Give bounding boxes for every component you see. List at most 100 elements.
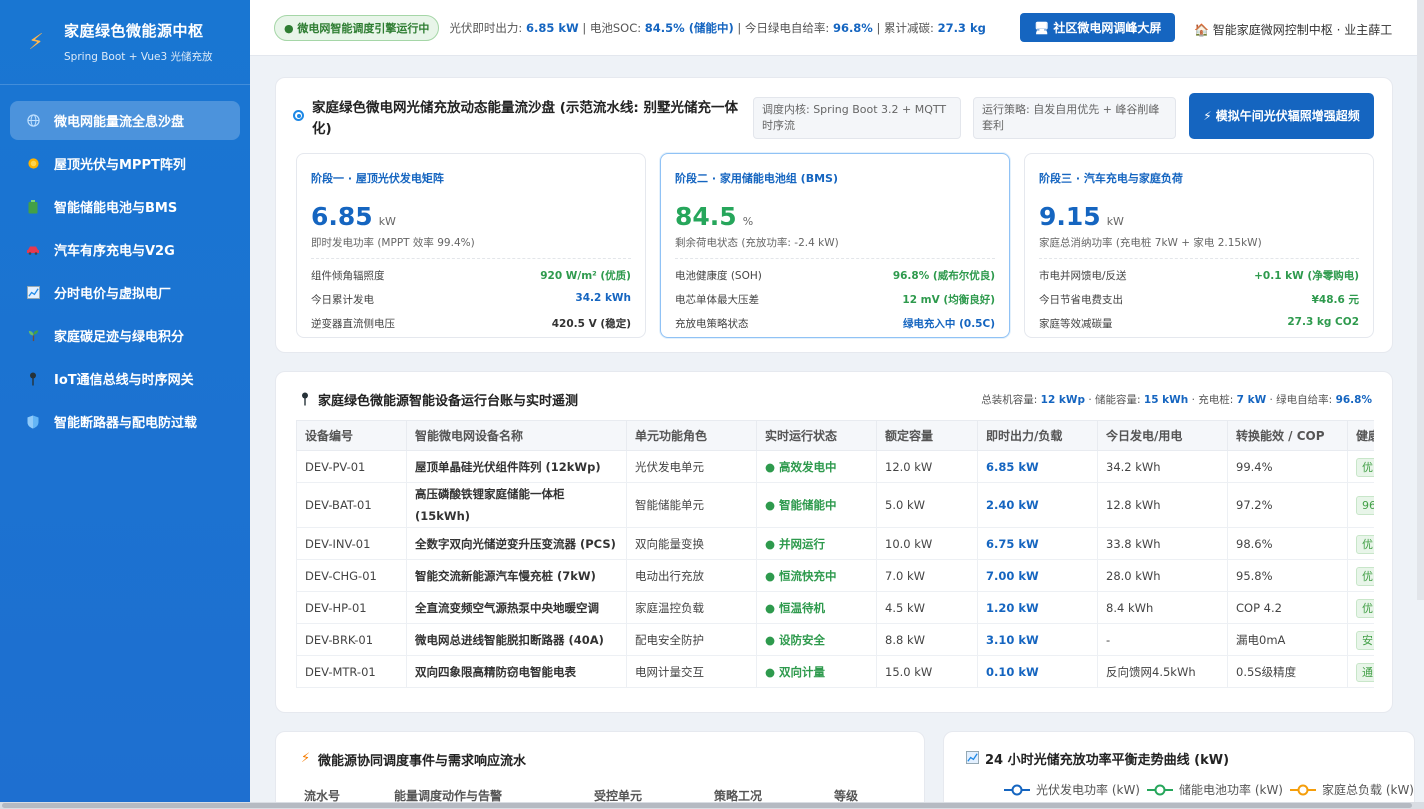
row-value: 绿电充入中 (0.5C) xyxy=(902,318,995,330)
health-badge: 优 xyxy=(1347,527,1374,560)
table-row[interactable]: DEV-MTR-01 双向四象限高精防窃电智能电表 电网计量交互 ● 双向计量 15.0… xyxy=(296,655,1374,688)
legend-item-pv[interactable]: 光伏发电功率 (kW) xyxy=(1004,781,1140,798)
legend-label: 家庭总负载 (kW) xyxy=(1322,783,1414,797)
device-role: 电动出行充放 xyxy=(626,559,757,592)
table-row[interactable]: DEV-CHG-01 智能交流新能源汽车慢充桩 (7kW) 电动出行充放 ● 恒流快充… xyxy=(296,559,1374,592)
table-row[interactable]: DEV-HP-01 全直流变频空气源热泵中央地暖空调 家庭温控负载 ● 恒温待机 4.5… xyxy=(296,591,1374,624)
chart-icon xyxy=(26,286,40,300)
sidebar-item-pv-mppt[interactable]: 屋顶光伏与MPPT阵列 xyxy=(10,144,240,183)
sidebar-item-ev-v2g[interactable]: 汽车有序充电与V2G xyxy=(10,230,240,269)
column-header: 智能微电网设备名称 xyxy=(406,420,627,451)
sidebar-item-carbon[interactable]: 家庭碳足迹与绿电积分 xyxy=(10,316,240,355)
sidebar-item-label: 分时电价与虚拟电厂 xyxy=(54,287,172,302)
legend-label: 储能电池功率 (kW) xyxy=(1179,783,1283,797)
device-table-body: DEV-PV-01 屋顶单晶硅光伏组件阵列 (12kWp) 光伏发电单元 ● 高效发电… xyxy=(296,450,1374,688)
stage-desc: 即时发电功率 (MPPT 效率 99.4%) xyxy=(311,235,631,259)
pushpin-icon xyxy=(301,392,309,409)
summary-value: 12 kWp xyxy=(1040,394,1085,406)
sidebar: ⚡ 家庭绿色微能源中枢 Spring Boot + Vue3 光储充放 微电网能… xyxy=(0,0,250,809)
legend-item-load[interactable]: 家庭总负载 (kW) xyxy=(1290,781,1414,798)
daily-energy: 34.2 kWh xyxy=(1097,450,1228,483)
device-id: DEV-HP-01 xyxy=(296,591,407,624)
stage-number: 9.15 xyxy=(1039,202,1101,231)
sidebar-item-battery-bms[interactable]: 智能储能电池与BMS xyxy=(10,187,240,226)
legend-marker-icon xyxy=(1147,784,1173,795)
health-badge: 优 xyxy=(1356,534,1374,554)
summary-value: 96.8% xyxy=(1335,394,1372,406)
device-role: 电网计量交互 xyxy=(626,655,757,688)
soc-label: | 电池SOC: xyxy=(582,20,642,35)
rated-capacity: 4.5 kW xyxy=(876,591,978,624)
sidebar-item-iot-gateway[interactable]: IoT通信总线与时序网关 xyxy=(10,359,240,398)
energy-flow-card: 家庭绿色微电网光储充放动态能量流沙盘 (示范流水线: 别墅光储充一体化) 调度内… xyxy=(275,77,1393,353)
summary-label: 总装机容量: xyxy=(981,394,1038,406)
row-label: 今日节省电费支出 xyxy=(1039,294,1123,306)
health-badge: 96 xyxy=(1347,482,1374,528)
table-row[interactable]: DEV-PV-01 屋顶单晶硅光伏组件阵列 (12kWp) 光伏发电单元 ● 高效发电… xyxy=(296,450,1374,483)
health-badge: 安 xyxy=(1356,630,1374,650)
top-header: ● 微电网智能调度引擎运行中 光伏即时出力: 6.85 kW | 电池SOC: … xyxy=(250,0,1424,56)
lightning-icon: ⚡ xyxy=(301,751,311,766)
row-value: 96.8% (威布尔优良) xyxy=(892,270,995,282)
stage-row: 逆变器直流侧电压 420.5 V (稳定) xyxy=(311,316,631,331)
row-label: 家庭等效减碳量 xyxy=(1039,318,1113,330)
user-info: 🏠 智能家庭微网控制中枢 · 业主薛工 xyxy=(1194,23,1393,37)
device-role: 家庭温控负载 xyxy=(626,591,757,624)
header-metrics: 光伏即时出力: 6.85 kW | 电池SOC: 84.5% (储能中) | 今… xyxy=(449,20,985,36)
stage-number: 6.85 xyxy=(311,202,373,231)
device-ledger-card: 家庭绿色微能源智能设备运行台账与实时遥测 总装机容量: 12 kWp · 储能容… xyxy=(275,371,1393,713)
table-row[interactable]: DEV-BRK-01 微电网总进线智能脱扣断路器 (40A) 配电安全防护 ● 设防安… xyxy=(296,623,1374,656)
row-value: +0.1 kW (净零购电) xyxy=(1254,270,1359,282)
stage-row: 今日节省电费支出 ¥48.6 元 xyxy=(1039,292,1359,307)
lightning-logo-icon: ⚡ xyxy=(28,29,44,55)
seedling-icon xyxy=(26,329,40,343)
community-screen-button[interactable]: 🖥 社区微电网调峰大屏 xyxy=(1020,13,1176,42)
column-header: 健康 xyxy=(1347,420,1374,451)
pv-output-label: 光伏即时出力: xyxy=(449,20,523,35)
device-status: ● 智能储能中 xyxy=(756,482,877,528)
stage-unit: % xyxy=(742,215,754,228)
row-label: 组件倾角辐照度 xyxy=(311,270,385,282)
rated-capacity: 15.0 kW xyxy=(876,655,978,688)
health-badge: 安 xyxy=(1347,623,1374,656)
car-icon xyxy=(26,243,40,257)
power-trend-card: 24 小时光储充放功率平衡走势曲线 (kW) 光伏发电功率 (kW) 储能电池功… xyxy=(943,731,1415,809)
table-row[interactable]: DEV-BAT-01 高压磷酸铁锂家庭储能一体柜 (15kWh) 智能储能单元 ● 智… xyxy=(296,482,1374,528)
device-name: 高压磷酸铁锂家庭储能一体柜 (15kWh) xyxy=(406,482,627,528)
table-row[interactable]: DEV-INV-01 全数字双向光储逆变升压变流器 (PCS) 双向能量变换 ● 并网… xyxy=(296,527,1374,560)
efficiency: 95.8% xyxy=(1227,559,1348,592)
efficiency: 0.5S级精度 xyxy=(1227,655,1348,688)
stage-row: 组件倾角辐照度 920 W/m² (优质) xyxy=(311,268,631,283)
simulate-irradiance-button[interactable]: ⚡ 模拟午间光伏辐照增强超频 xyxy=(1189,93,1374,139)
stage-pv-card: 阶段一 · 屋顶光伏发电矩阵 6.85 kW 即时发电功率 (MPPT 效率 99… xyxy=(296,153,646,338)
sidebar-item-label: 智能断路器与配电防过载 xyxy=(54,416,198,431)
legend-label: 光伏发电功率 (kW) xyxy=(1036,783,1140,797)
sidebar-item-tou-vpp[interactable]: 分时电价与虚拟电厂 xyxy=(10,273,240,312)
device-id: DEV-BAT-01 xyxy=(296,482,407,528)
device-id: DEV-MTR-01 xyxy=(296,655,407,688)
column-header: 单元功能角色 xyxy=(626,420,757,451)
sidebar-item-label: IoT通信总线与时序网关 xyxy=(54,373,194,388)
daily-energy: 28.0 kWh xyxy=(1097,559,1228,592)
device-table-wrapper[interactable]: 设备编号 智能微电网设备名称 单元功能角色 实时运行状态 额定容量 即时出力/负… xyxy=(296,420,1374,698)
column-header: 即时出力/负载 xyxy=(977,420,1098,451)
column-header: 设备编号 xyxy=(296,420,407,451)
kernel-tag: 调度内核: Spring Boot 3.2 + MQTT 时序流 xyxy=(753,97,961,139)
device-name: 屋顶单晶硅光伏组件阵列 (12kWp) xyxy=(406,450,627,483)
vertical-scrollbar[interactable] xyxy=(1417,0,1424,600)
summary-value: 15 kWh xyxy=(1143,394,1189,406)
stage-label: 阶段一 · 屋顶光伏发电矩阵 xyxy=(311,172,444,185)
sidebar-item-energy-flow[interactable]: 微电网能量流全息沙盘 xyxy=(10,101,240,140)
sidebar-item-label: 智能储能电池与BMS xyxy=(54,201,178,216)
brand: ⚡ 家庭绿色微能源中枢 Spring Boot + Vue3 光储充放 xyxy=(0,0,250,85)
strategy-tag: 运行策略: 自发自用优先 + 峰谷削峰套利 xyxy=(973,97,1176,139)
stage-value: 9.15 kW xyxy=(1039,202,1359,231)
sidebar-item-breaker[interactable]: 智能断路器与配电防过载 xyxy=(10,402,240,441)
column-header: 转换能效 / COP xyxy=(1227,420,1348,451)
horizontal-scrollbar-thumb[interactable] xyxy=(2,803,1412,808)
daily-energy: - xyxy=(1097,623,1228,656)
row-label: 今日累计发电 xyxy=(311,294,374,306)
legend-item-battery[interactable]: 储能电池功率 (kW) xyxy=(1147,781,1283,798)
brand-title: 家庭绿色微能源中枢 xyxy=(64,22,204,40)
sidebar-item-label: 家庭碳足迹与绿电积分 xyxy=(54,330,185,345)
